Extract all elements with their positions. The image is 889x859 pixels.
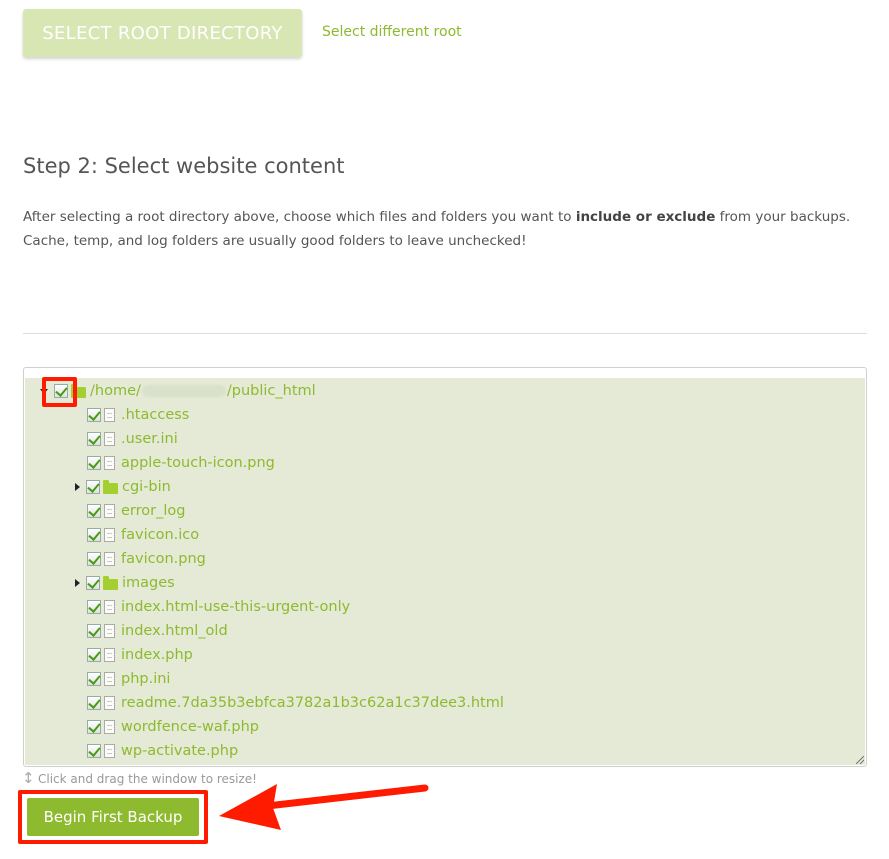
checkbox-checked-icon[interactable] — [86, 480, 100, 494]
checkbox-checked-icon[interactable] — [87, 456, 101, 470]
checkbox-checked-icon[interactable] — [87, 408, 101, 422]
step2-description: After selecting a root directory above, … — [23, 205, 868, 253]
file-icon — [104, 696, 115, 710]
tree-item-label: readme.7da35b3ebfca3782a1b3c62a1c37dee3.… — [121, 695, 504, 711]
checkbox-checked-icon[interactable] — [87, 528, 101, 542]
tree-file-row[interactable]: readme.7da35b3ebfca3782a1b3c62a1c37dee3.… — [87, 692, 504, 714]
file-icon — [104, 504, 115, 518]
folder-icon — [103, 479, 118, 494]
checkbox-checked-icon[interactable] — [87, 720, 101, 734]
step2-desc-bold: include or exclude — [575, 209, 716, 225]
tree-root-prefix: /home/ — [90, 383, 141, 399]
checkbox-checked-icon[interactable] — [87, 600, 101, 614]
file-tree-content: /home/ /public_html .htaccess .user.ini ap… — [25, 378, 865, 765]
file-icon — [104, 552, 115, 566]
tree-item-label: favicon.png — [121, 551, 206, 567]
checkbox-checked-icon[interactable] — [86, 576, 100, 590]
file-icon — [104, 672, 115, 686]
tree-item-label: index.html-use-this-urgent-only — [121, 599, 351, 615]
redacted-username — [141, 385, 226, 397]
tree-item-label: images — [122, 575, 175, 591]
tree-item-label: wp-activate.php — [121, 743, 239, 759]
tree-file-row[interactable]: php.ini — [87, 668, 170, 690]
tree-file-row[interactable]: favicon.ico — [87, 524, 199, 546]
tree-item-label: .htaccess — [121, 407, 190, 423]
checkbox-checked-icon[interactable] — [87, 648, 101, 662]
file-icon — [104, 456, 115, 470]
checkbox-checked-icon[interactable] — [87, 432, 101, 446]
tree-item-label: php.ini — [121, 671, 171, 687]
select-root-directory-button[interactable]: SELECT ROOT DIRECTORY — [23, 9, 302, 57]
file-icon — [104, 408, 115, 422]
tree-item-label: .user.ini — [121, 431, 178, 447]
expand-arrow-icon[interactable] — [75, 483, 80, 491]
tree-item-label: index.php — [121, 647, 193, 663]
begin-first-backup-button[interactable]: Begin First Backup — [27, 798, 199, 836]
file-icon — [104, 528, 115, 542]
section-divider — [23, 333, 867, 334]
tree-folder-row[interactable]: images — [75, 572, 175, 594]
select-different-root-link[interactable]: Select different root — [322, 24, 462, 40]
file-icon — [104, 744, 115, 758]
tree-item-label: index.html_old — [121, 623, 228, 639]
tree-file-row[interactable]: favicon.png — [87, 548, 206, 570]
tree-item-label: apple-touch-icon.png — [121, 455, 275, 471]
tree-item-label: wordfence-waf.php — [121, 719, 259, 735]
annotation-highlight-checkbox — [42, 377, 77, 407]
checkbox-checked-icon[interactable] — [87, 672, 101, 686]
file-icon — [104, 648, 115, 662]
checkbox-checked-icon[interactable] — [87, 624, 101, 638]
tree-item-label: error_log — [121, 503, 186, 519]
file-tree-panel[interactable]: /home/ /public_html .htaccess .user.ini ap… — [23, 367, 867, 767]
file-icon — [104, 432, 115, 446]
resize-grip-icon[interactable] — [856, 756, 864, 764]
checkbox-checked-icon[interactable] — [87, 504, 101, 518]
annotation-highlight-begin-button: Begin First Backup — [18, 790, 208, 844]
annotation-arrow-icon — [219, 784, 429, 830]
tree-root-row[interactable]: /home/ /public_html — [40, 380, 316, 402]
expand-arrow-icon[interactable] — [75, 579, 80, 587]
file-icon — [104, 720, 115, 734]
tree-file-row[interactable]: index.html_old — [87, 620, 228, 642]
tree-file-row[interactable]: index.html-use-this-urgent-only — [87, 596, 350, 618]
file-icon — [104, 600, 115, 614]
checkbox-checked-icon[interactable] — [87, 552, 101, 566]
tree-root-suffix: /public_html — [226, 383, 316, 399]
step2-desc-before: After selecting a root directory above, … — [23, 209, 576, 225]
checkbox-checked-icon[interactable] — [87, 744, 101, 758]
folder-icon — [103, 575, 118, 590]
tree-file-row[interactable]: error_log — [87, 500, 185, 522]
tree-file-row[interactable]: .user.ini — [87, 428, 178, 450]
tree-file-row[interactable]: wordfence-waf.php — [87, 716, 259, 738]
resize-icon — [22, 769, 35, 787]
tree-folder-row[interactable]: cgi-bin — [75, 476, 171, 498]
tree-file-row[interactable]: wp-activate.php — [87, 740, 238, 762]
tree-file-row[interactable]: .htaccess — [87, 404, 189, 426]
tree-item-label: cgi-bin — [122, 479, 171, 495]
tree-file-row[interactable]: index.php — [87, 644, 193, 666]
file-icon — [104, 624, 115, 638]
tree-file-row[interactable]: apple-touch-icon.png — [87, 452, 275, 474]
tree-item-label: favicon.ico — [121, 527, 200, 543]
checkbox-checked-icon[interactable] — [87, 696, 101, 710]
step2-title: Step 2: Select website content — [23, 154, 345, 178]
